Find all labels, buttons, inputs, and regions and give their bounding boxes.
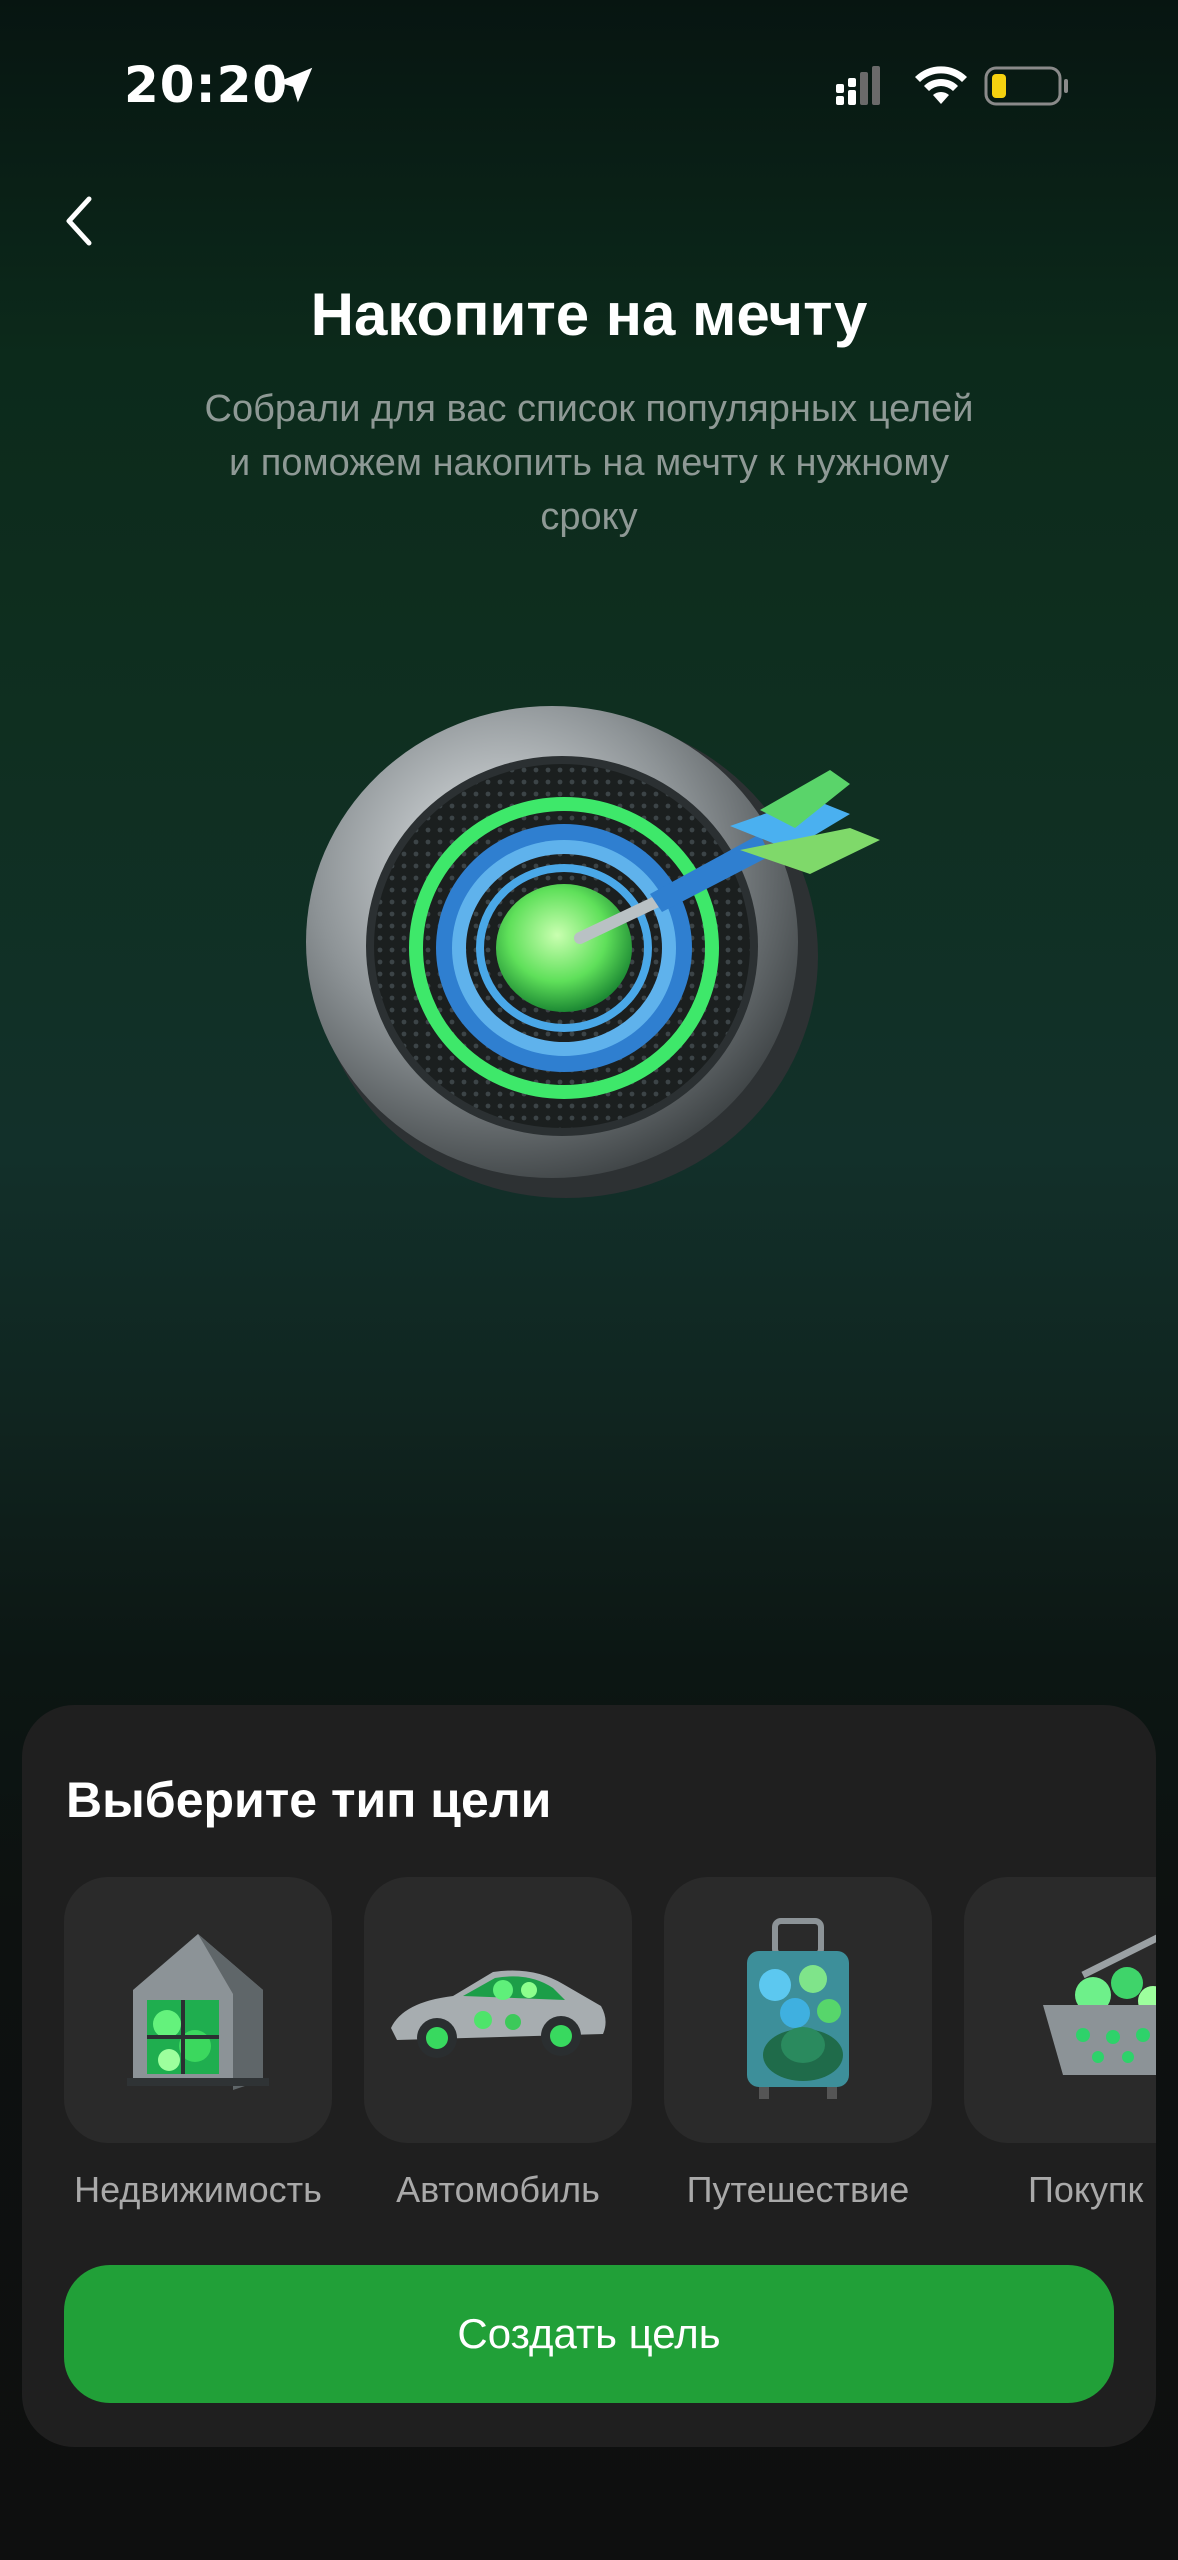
wifi-icon xyxy=(915,66,967,104)
sheet-title: Выберите тип цели xyxy=(66,1772,552,1828)
goal-type-sheet: Выберите тип цели Недвижимость Автомобил… xyxy=(22,1705,1156,2447)
goal-type-carousel[interactable]: Недвижимость Автомобиль Путешествие Поку… xyxy=(22,1877,1156,2257)
goal-label: Автомобиль xyxy=(396,2169,600,2210)
car-illustration xyxy=(391,1970,606,2058)
goal-label: Недвижимость xyxy=(74,2169,322,2210)
goal-label: Покупк xyxy=(1028,2169,1144,2210)
goal-label: Путешествие xyxy=(686,2169,910,2210)
goal-tile xyxy=(964,1877,1156,2143)
goal-type-shopping[interactable]: Покупк xyxy=(964,1877,1156,2257)
chevron-left-icon xyxy=(66,196,92,246)
goal-tile xyxy=(364,1877,632,2143)
goal-tile xyxy=(64,1877,332,2143)
create-goal-button[interactable]: Создать цель xyxy=(64,2265,1114,2403)
shopping-basket-illustration xyxy=(1043,1934,1156,2075)
goal-type-travel[interactable]: Путешествие xyxy=(664,1877,932,2257)
status-time: 20:20 xyxy=(124,56,289,114)
suitcase-illustration xyxy=(747,1918,849,2099)
screen: 20:20 Накопите на мечту Собрали для вас … xyxy=(0,0,1178,2560)
status-bar: 20:20 xyxy=(0,0,1178,170)
goal-type-car[interactable]: Автомобиль xyxy=(364,1877,632,2257)
back-button[interactable] xyxy=(44,186,114,256)
dartboard-target-illustration xyxy=(306,706,880,1198)
location-arrow-icon xyxy=(277,67,313,103)
house-illustration xyxy=(127,1934,269,2090)
page-title: Накопите на мечту xyxy=(310,281,868,348)
cellular-signal-icon xyxy=(836,66,880,105)
battery-low-icon xyxy=(984,66,1068,106)
goal-type-real-estate[interactable]: Недвижимость xyxy=(64,1877,332,2257)
page-subtitle: Собрали для вас список популярных целей … xyxy=(204,388,974,538)
create-goal-label: Создать цель xyxy=(457,2310,721,2357)
goal-tile xyxy=(664,1877,932,2143)
